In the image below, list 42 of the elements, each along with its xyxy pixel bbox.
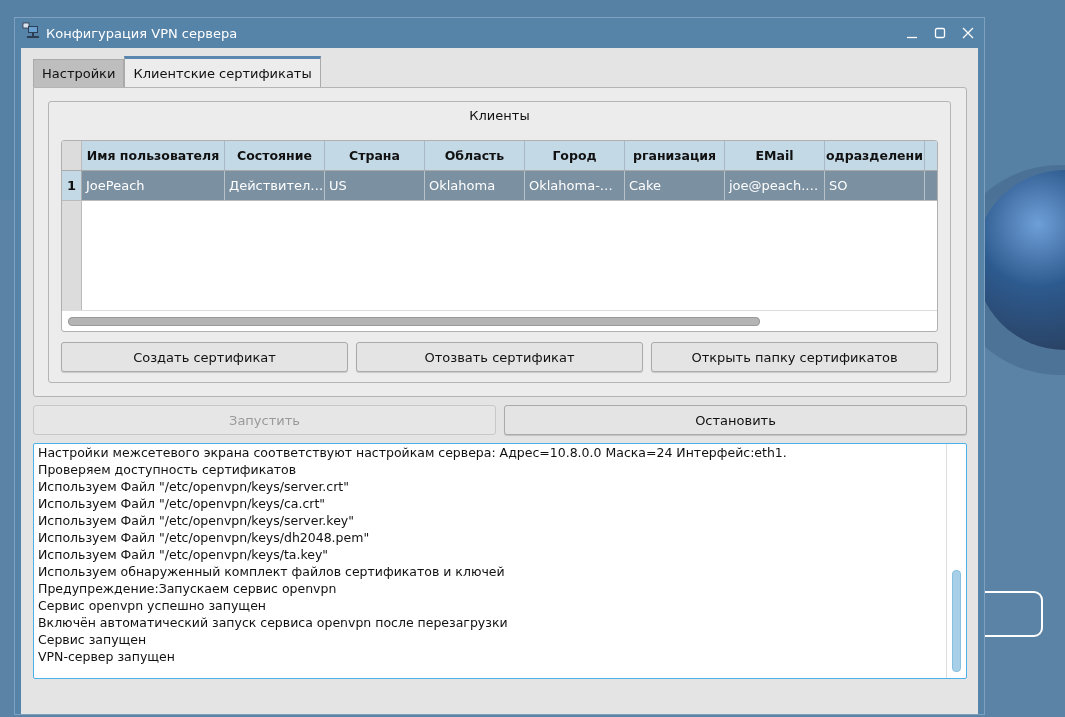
- column-header[interactable]: Область: [425, 141, 525, 170]
- table-row[interactable]: 1 JoePeach Действител… US Oklahoma Oklahoma-… Cake joe@peach.… SO: [62, 171, 937, 201]
- log-line: Используем Файл "/etc/openvpn/keys/ca.crt": [38, 495, 327, 512]
- table-cell: JoePeach: [82, 171, 225, 200]
- column-header[interactable]: Город: [525, 141, 625, 170]
- log-line: Используем обнаруженный комплект файлов сертификатов и ключей: [38, 563, 506, 580]
- table-cell: Oklahoma-…: [525, 171, 625, 200]
- table-cell: Действител…: [225, 171, 325, 200]
- action-button[interactable]: Отозвать сертификат: [356, 342, 643, 372]
- network-icon: [22, 22, 40, 40]
- action-button[interactable]: Открыть папку сертификатов: [651, 342, 938, 372]
- table-cell: Cake: [625, 171, 725, 200]
- log-line: Используем Файл "/etc/openvpn/keys/server.key": [38, 512, 355, 529]
- tab[interactable]: Настройки: [33, 59, 125, 87]
- log-line: VPN-сервер запущен: [38, 648, 176, 665]
- log-line: Включён автоматический запуск сервиса openvpn после перезагрузки: [38, 614, 509, 631]
- server-button[interactable]: Остановить: [504, 405, 967, 435]
- log-line: Используем Файл "/etc/openvpn/keys/dh2048.pem": [38, 529, 371, 546]
- column-header[interactable]: одразделени: [825, 141, 925, 170]
- log-line: Сервис openvpn успешно запущен: [38, 597, 267, 614]
- close-icon[interactable]: [962, 27, 974, 39]
- group-title: Клиенты: [469, 108, 530, 123]
- action-button[interactable]: Создать сертификат: [61, 342, 348, 372]
- maximize-icon[interactable]: [934, 27, 946, 39]
- row-number: 1: [62, 171, 82, 200]
- column-header[interactable]: EMail: [725, 141, 825, 170]
- tab[interactable]: Клиентские сертификаты: [124, 56, 321, 87]
- column-header[interactable]: рганизация: [625, 141, 725, 170]
- table-cell: joe@peach.…: [725, 171, 825, 200]
- window-title: Конфигурация VPN сервера: [46, 25, 238, 41]
- table-cell: Oklahoma: [425, 171, 525, 200]
- table-cell: US: [325, 171, 425, 200]
- column-header[interactable]: Страна: [325, 141, 425, 170]
- log-line: Настройки межсетевого экрана соответствуют настройкам сервера: Адрес=10.8.0.0 Маска=24 Интерфейс:eth1.: [38, 444, 788, 461]
- column-header[interactable]: Имя пользователя: [82, 141, 225, 170]
- column-header[interactable]: Состояние: [225, 141, 325, 170]
- log-line: Используем Файл "/etc/openvpn/keys/server.crt": [38, 478, 350, 495]
- log-line: Проверяем доступность сертификатов: [38, 461, 298, 478]
- log-line: Используем Файл "/etc/openvpn/keys/ta.key": [38, 546, 330, 563]
- table-cell: SO: [825, 171, 925, 200]
- log-line: Предупреждение:Запускаем сервис openvpn: [38, 580, 338, 597]
- log-line: Сервис запущен: [38, 631, 148, 648]
